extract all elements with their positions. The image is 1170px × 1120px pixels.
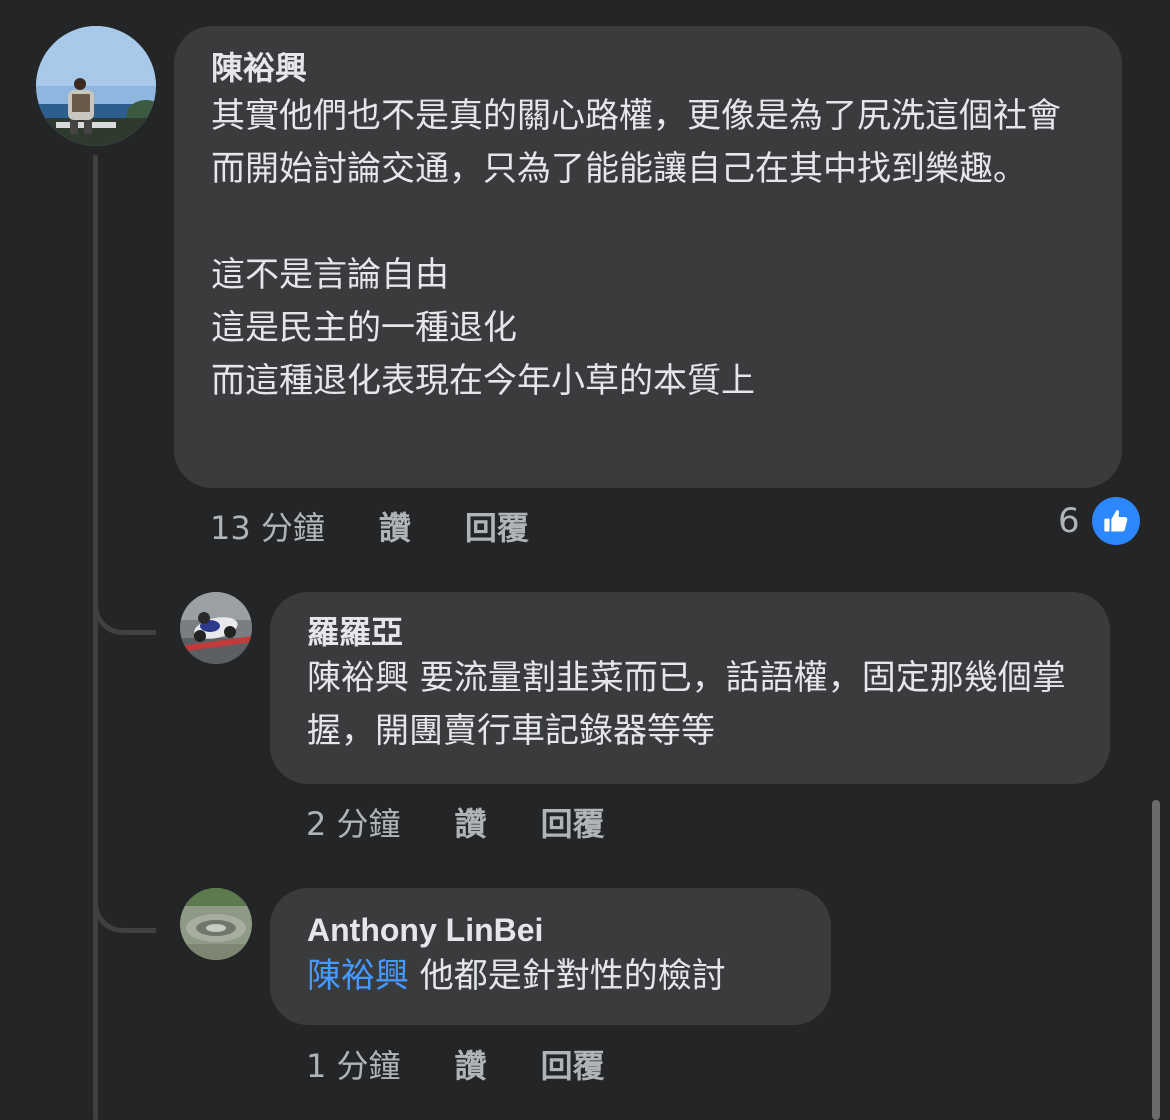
like-button[interactable]: 讚 [379,503,411,549]
avatar[interactable] [180,592,252,664]
avatar[interactable] [180,888,252,960]
comment-timestamp[interactable]: 13 分鐘 [210,503,325,549]
comment-text: 其實他們也不是真的關心路權，更像是為了尻洗這個社會而開始討論交通，只為了能能讓自… [211,96,1061,401]
comment-bubble: 陳裕興 其實他們也不是真的關心路權，更像是為了尻洗這個社會而開始討論交通，只為了… [174,26,1122,488]
reply-author[interactable]: Anthony LinBei [307,910,795,950]
reply-text: 陳裕興 要流量割韭菜而已，話語權，固定那幾個掌握，開團賣行車記錄器等等 [307,658,1066,751]
thread-line [93,155,98,1120]
mention-link[interactable]: 陳裕興 [307,956,409,996]
reaction-count: 6 [1058,501,1080,541]
thread-connector [93,888,156,933]
like-button[interactable]: 讚 [455,799,487,845]
scrollbar[interactable] [1152,800,1160,1120]
thread-connector [93,590,156,635]
comment-author[interactable]: 陳裕興 [211,48,1086,88]
reply-button[interactable]: 回覆 [541,1041,605,1087]
reaction-summary[interactable]: 6 [1058,495,1140,547]
reply-author[interactable]: 羅羅亞 [307,612,1074,652]
reply-button[interactable]: 回覆 [541,799,605,845]
reply-actions: 2 分鐘 讚 回覆 [306,796,605,848]
reply-actions: 1 分鐘 讚 回覆 [306,1038,605,1090]
reply-bubble: Anthony LinBei 陳裕興 他都是針對性的檢討 [270,888,831,1025]
avatar[interactable] [36,26,156,146]
reply-button[interactable]: 回覆 [465,503,529,549]
comment-thread: 陳裕興 其實他們也不是真的關心路權，更像是為了尻洗這個社會而開始討論交通，只為了… [0,0,1170,1120]
reply-body: 他都是針對性的檢討 [409,956,726,996]
like-button[interactable]: 讚 [455,1041,487,1087]
reply-timestamp[interactable]: 1 分鐘 [306,1041,401,1087]
reply-text: 陳裕興 他都是針對性的檢討 [307,950,795,1003]
reply-timestamp[interactable]: 2 分鐘 [306,799,401,845]
thumbs-up-icon [1091,497,1140,545]
reply-bubble: 羅羅亞 陳裕興 要流量割韭菜而已，話語權，固定那幾個掌握，開團賣行車記錄器等等 [270,592,1110,784]
comment-actions: 13 分鐘 讚 回覆 [210,500,529,552]
